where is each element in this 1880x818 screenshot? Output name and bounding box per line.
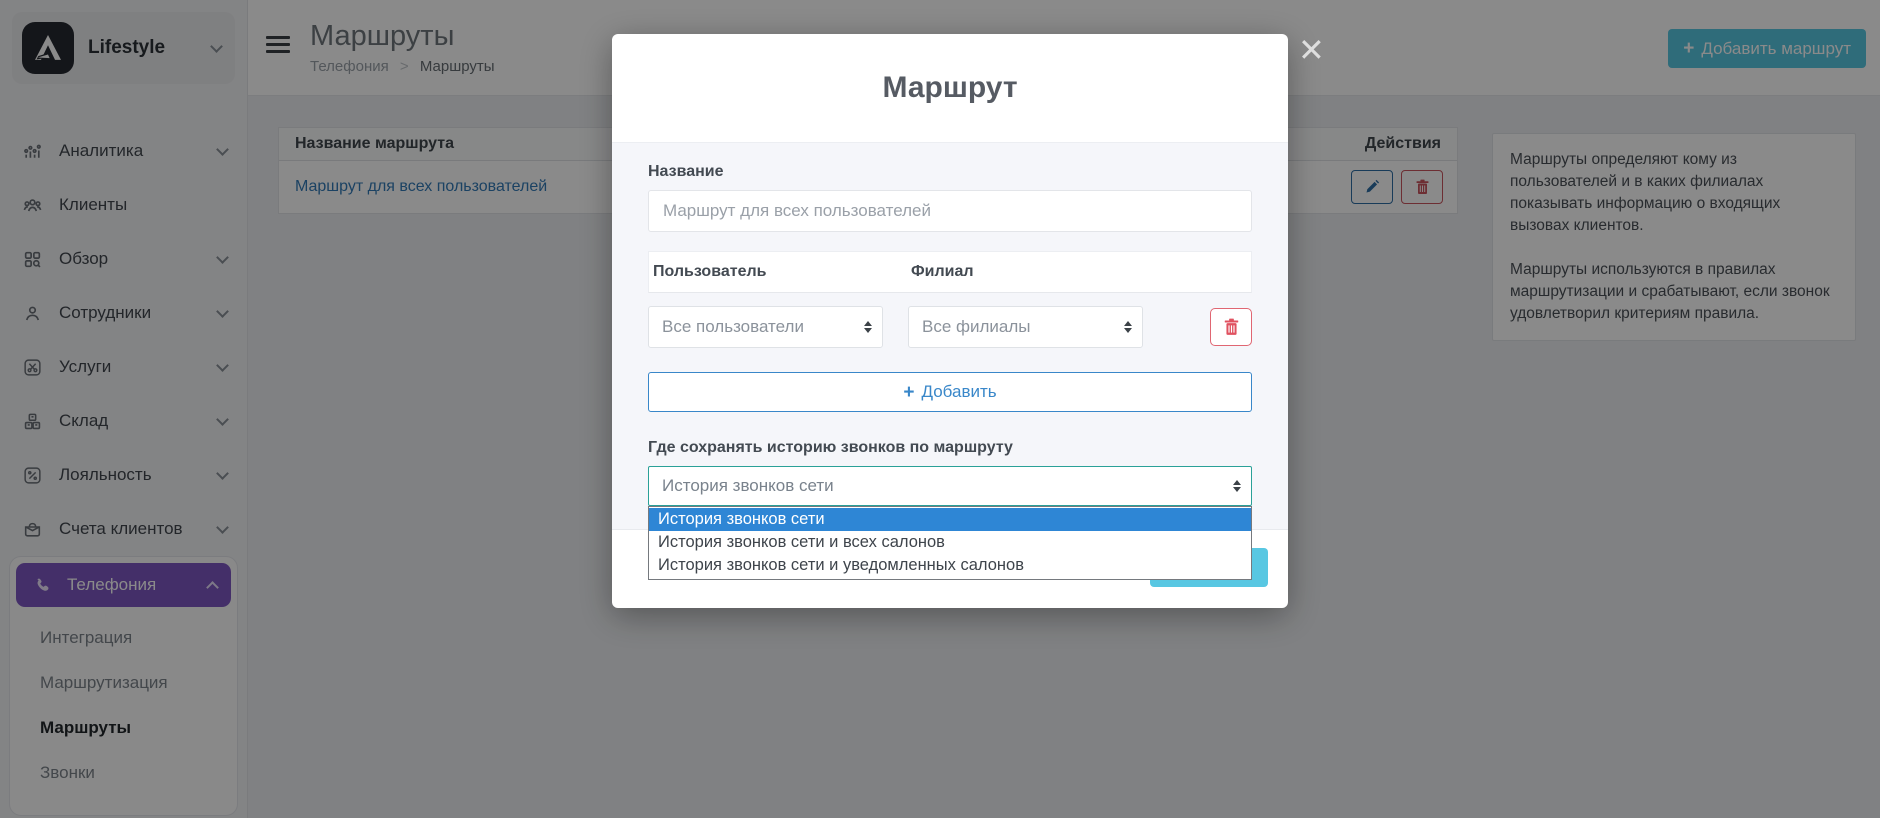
select-arrows-icon bbox=[1124, 321, 1132, 333]
dropdown-option[interactable]: История звонков сети и уведомленных сало… bbox=[649, 554, 1251, 577]
user-branch-header: Пользователь Филиал bbox=[648, 251, 1252, 293]
branch-select-value: Все филиалы bbox=[922, 317, 1116, 337]
history-label: Где сохранять историю звонков по маршрут… bbox=[648, 439, 1252, 457]
history-select-value: История звонков сети bbox=[662, 476, 1225, 496]
modal-header: Маршрут bbox=[612, 34, 1288, 142]
add-button-label: Добавить bbox=[921, 382, 996, 402]
trash-icon bbox=[1223, 318, 1240, 336]
delete-row-button[interactable] bbox=[1210, 308, 1252, 346]
modal-body: Название Пользователь Филиал Все пользов… bbox=[612, 142, 1288, 530]
select-arrows-icon bbox=[1233, 480, 1241, 492]
dropdown-option[interactable]: История звонков сети bbox=[649, 508, 1251, 531]
select-arrows-icon bbox=[864, 321, 872, 333]
history-dropdown-list: История звонков сети История звонков сет… bbox=[648, 506, 1252, 580]
history-select[interactable]: История звонков сети bbox=[648, 466, 1252, 506]
close-icon[interactable]: ✕ bbox=[1298, 34, 1325, 66]
dropdown-option[interactable]: История звонков сети и всех салонов bbox=[649, 531, 1251, 554]
name-label: Название bbox=[648, 163, 724, 180]
add-user-branch-button[interactable]: + Добавить bbox=[648, 372, 1252, 412]
user-column-label: Пользователь bbox=[651, 263, 911, 281]
history-select-wrap: История звонков сети История звонков сет… bbox=[648, 466, 1252, 506]
route-name-input[interactable] bbox=[648, 190, 1252, 232]
branch-select[interactable]: Все филиалы bbox=[908, 306, 1143, 348]
route-modal: Маршрут Название Пользователь Филиал Все… bbox=[612, 34, 1288, 608]
user-select-value: Все пользователи bbox=[662, 317, 856, 337]
branch-column-label: Филиал bbox=[911, 263, 974, 281]
user-select[interactable]: Все пользователи bbox=[648, 306, 883, 348]
user-branch-row: Все пользователи Все филиалы bbox=[648, 293, 1252, 360]
plus-icon: + bbox=[903, 383, 914, 402]
user-branch-table: Пользователь Филиал Все пользователи Все… bbox=[648, 251, 1252, 412]
modal-title: Маршрут bbox=[882, 71, 1017, 105]
